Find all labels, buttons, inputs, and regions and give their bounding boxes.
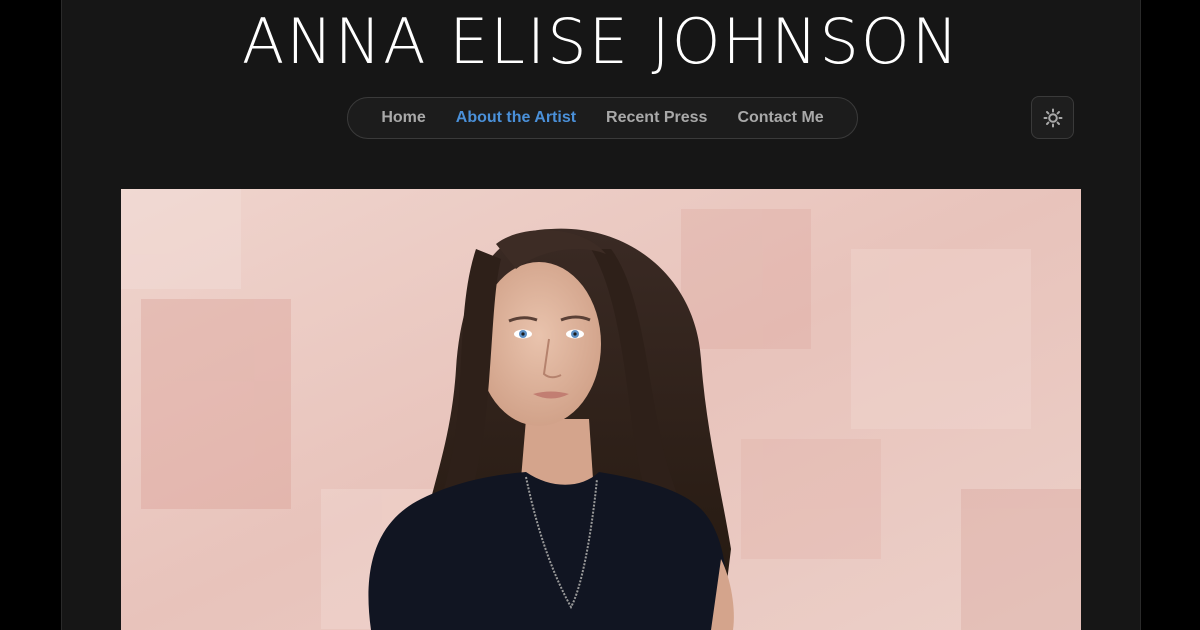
main-nav: Home About the Artist Recent Press Conta… <box>347 97 858 139</box>
portrait-illustration <box>121 189 1081 630</box>
nav-item-about-the-artist[interactable]: About the Artist <box>456 109 576 127</box>
site-title: ANNA ELISE JOHNSON <box>241 5 961 78</box>
nav-item-recent-press[interactable]: Recent Press <box>606 109 707 127</box>
page-container: ANNA ELISE JOHNSON Home About the Artist… <box>61 0 1141 630</box>
theme-toggle-button[interactable] <box>1031 96 1074 139</box>
sun-icon <box>1043 108 1062 127</box>
artist-portrait-photo <box>121 189 1081 630</box>
nav-item-contact-me[interactable]: Contact Me <box>737 109 823 127</box>
nav-item-home[interactable]: Home <box>381 109 425 127</box>
